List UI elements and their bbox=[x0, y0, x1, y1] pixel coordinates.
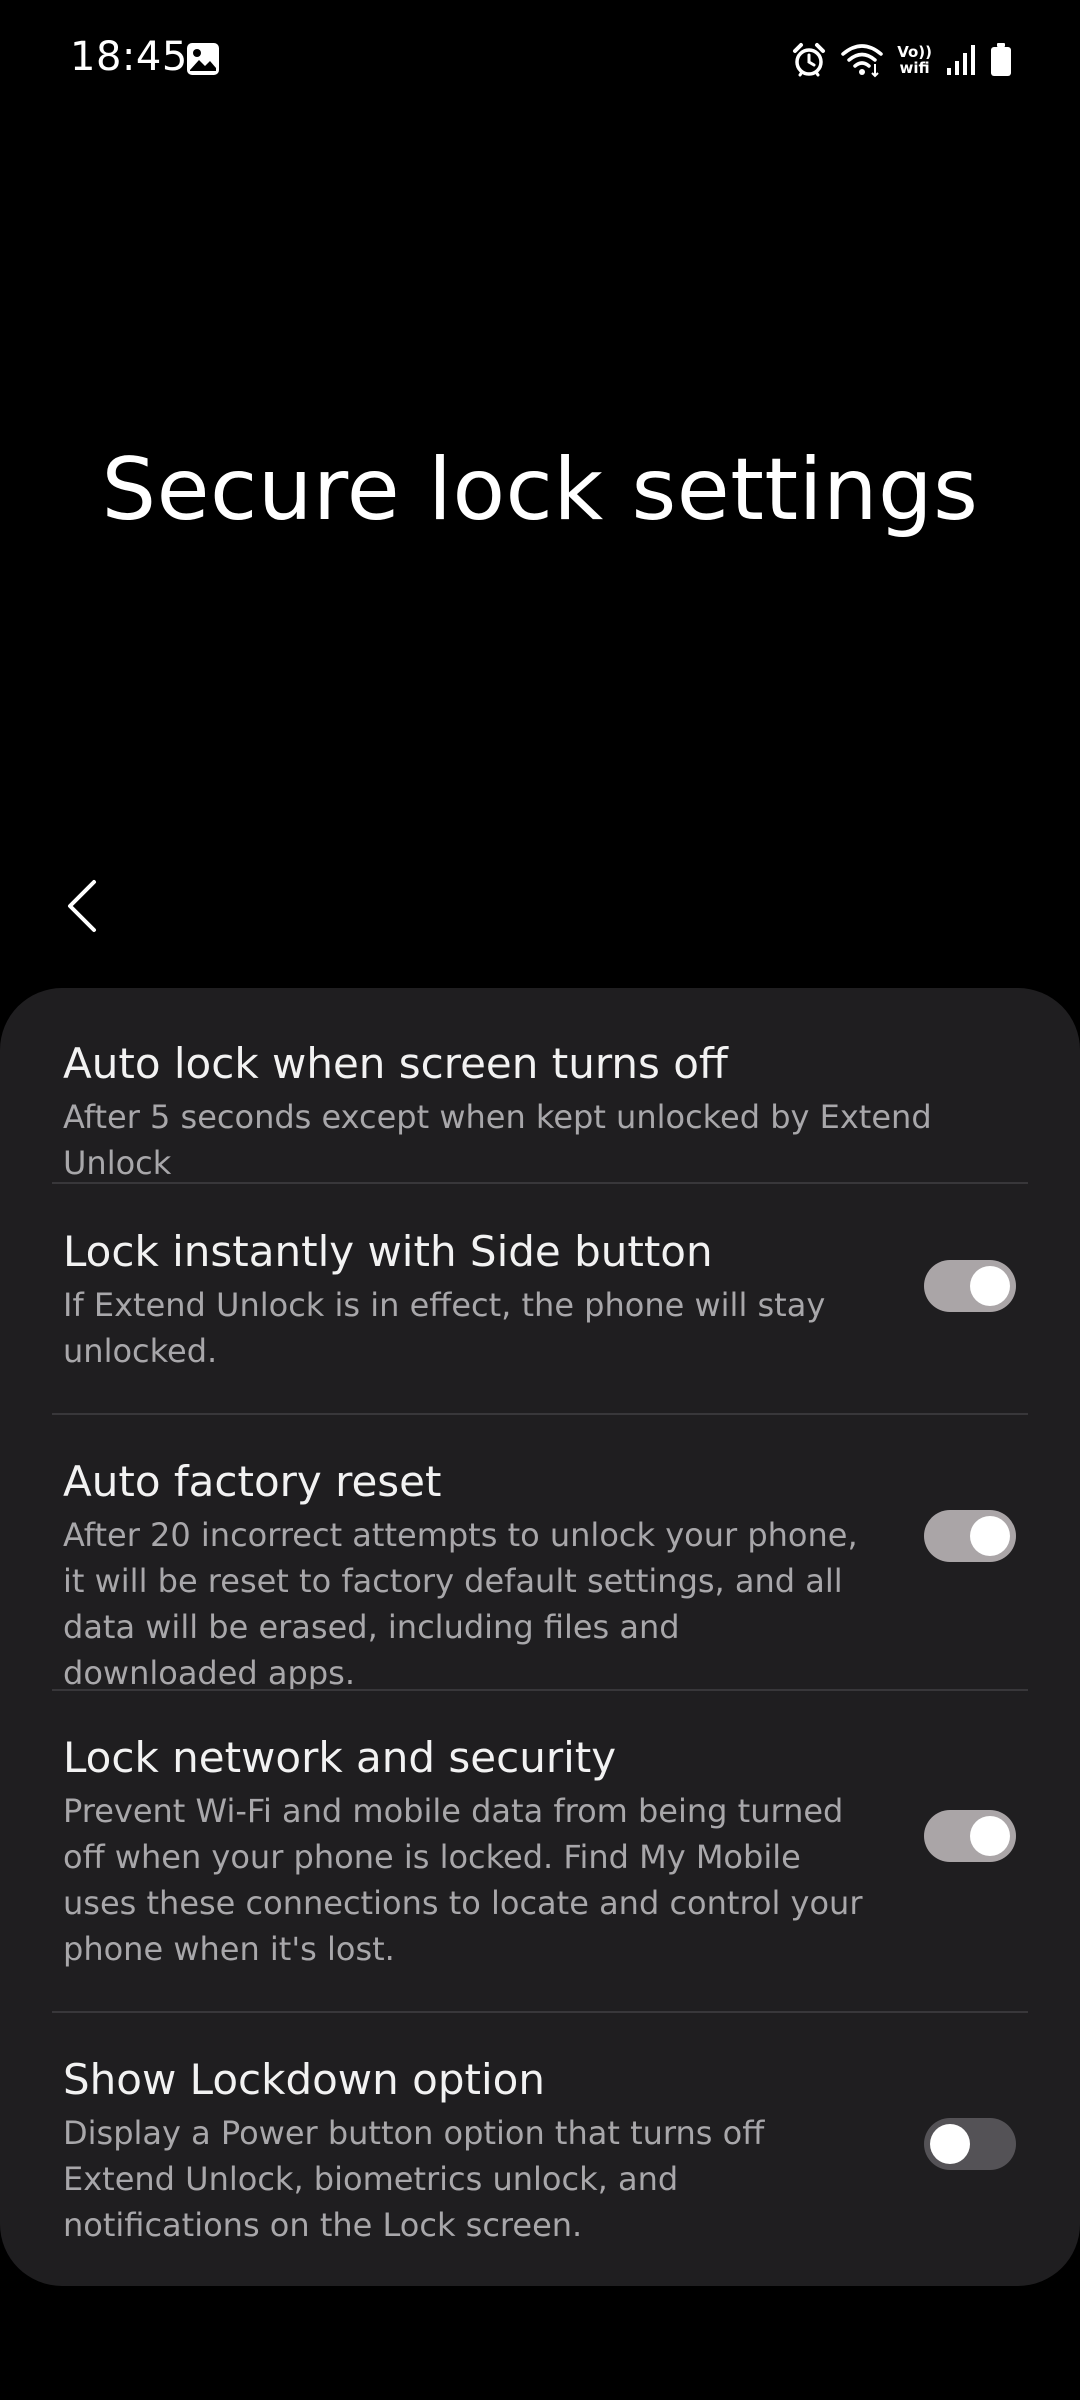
setting-subtitle: Display a Power button option that turns… bbox=[63, 2114, 765, 2244]
gallery-icon bbox=[187, 43, 219, 75]
alarm-icon bbox=[793, 43, 826, 77]
setting-show-lockdown-option[interactable]: Show Lockdown option Display a Power but… bbox=[52, 2052, 1028, 2248]
toggle-knob bbox=[970, 1266, 1010, 1306]
status-icons: Vo)) wifi bbox=[791, 38, 1012, 82]
chevron-left-icon bbox=[68, 880, 96, 932]
divider bbox=[52, 1413, 1028, 1415]
setting-title: Lock network and security bbox=[63, 1733, 617, 1782]
toggle-knob bbox=[970, 1816, 1010, 1856]
lock-network-security-toggle[interactable] bbox=[924, 1810, 1016, 1862]
settings-card: Auto lock when screen turns off After 5 … bbox=[0, 988, 1080, 2286]
back-button[interactable] bbox=[52, 868, 112, 944]
volte-wifi-icon: Vo)) wifi bbox=[897, 44, 932, 76]
volte-line-2: wifi bbox=[899, 59, 930, 77]
setting-subtitle: After 5 seconds except when kept unlocke… bbox=[63, 1098, 932, 1182]
setting-title: Show Lockdown option bbox=[63, 2055, 545, 2104]
page-title: Secure lock settings bbox=[101, 440, 979, 540]
setting-subtitle: If Extend Unlock is in effect, the phone… bbox=[63, 1286, 826, 1370]
lock-instantly-toggle[interactable] bbox=[924, 1260, 1016, 1312]
signal-icon bbox=[947, 45, 975, 75]
toggle-knob bbox=[930, 2124, 970, 2164]
status-time: 18:45 bbox=[70, 34, 188, 80]
setting-lock-instantly-side-button[interactable]: Lock instantly with Side button If Exten… bbox=[52, 1224, 1028, 1374]
setting-lock-network-security[interactable]: Lock network and security Prevent Wi-Fi … bbox=[52, 1730, 1028, 1972]
volte-line-1: Vo)) bbox=[897, 43, 932, 61]
battery-icon bbox=[991, 43, 1011, 76]
setting-auto-factory-reset[interactable]: Auto factory reset After 20 incorrect at… bbox=[52, 1454, 1028, 1696]
show-lockdown-toggle[interactable] bbox=[924, 2118, 1016, 2170]
setting-auto-lock[interactable]: Auto lock when screen turns off After 5 … bbox=[52, 1036, 1028, 1186]
status-bar: 18:45 Vo)) wifi bbox=[0, 0, 1080, 120]
setting-title: Lock instantly with Side button bbox=[63, 1227, 713, 1276]
auto-factory-reset-toggle[interactable] bbox=[924, 1510, 1016, 1562]
divider bbox=[52, 2011, 1028, 2013]
setting-title: Auto factory reset bbox=[63, 1457, 442, 1506]
divider bbox=[52, 1182, 1028, 1184]
setting-subtitle: After 20 incorrect attempts to unlock yo… bbox=[63, 1516, 858, 1692]
divider bbox=[52, 1689, 1028, 1691]
wifi-icon bbox=[841, 44, 883, 78]
toggle-knob bbox=[970, 1516, 1010, 1556]
setting-title: Auto lock when screen turns off bbox=[63, 1039, 728, 1088]
setting-subtitle: Prevent Wi-Fi and mobile data from being… bbox=[63, 1792, 863, 1968]
